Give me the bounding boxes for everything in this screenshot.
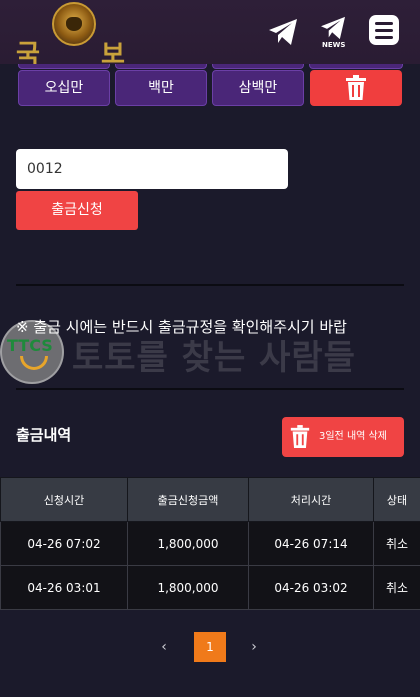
column-header-processed-time: 처리시간 [248,477,374,522]
telegram-icon[interactable] [268,18,298,46]
tiger-emblem-icon[interactable] [52,2,96,46]
amount-button-row-top-edge [115,64,207,69]
cell-request-time: 04-26 07:02 [0,521,128,566]
cell-status: 취소 [373,521,420,566]
column-header-status: 상태 [373,477,420,522]
column-header-amount: 출금신청금액 [127,477,249,522]
cell-processed-time: 04-26 07:14 [248,521,374,566]
amount-500k-button[interactable]: 오십만 [18,70,110,106]
delete-old-history-button[interactable]: 3일전 내역 삭제 [282,417,404,457]
watermark-badge-text: TTCS [7,336,53,355]
news-label: NEWS [322,41,346,49]
table-row: 04-26 07:02 1,800,000 04-26 07:14 취소 [0,521,420,566]
cell-request-time: 04-26 03:01 [0,565,128,610]
pagination-next-button[interactable]: › [238,632,270,662]
withdraw-history-table: 신청시간 출금신청금액 처리시간 상태 04-26 07:02 1,800,00… [0,477,420,610]
divider [16,284,404,286]
clear-amount-button[interactable] [310,70,402,106]
watermark-text: 토토를 찾는 사람들 [72,338,356,378]
amount-button-row-top-edge [18,64,110,69]
withdraw-amount-input[interactable] [16,149,288,189]
amount-3m-button[interactable]: 삼백만 [212,70,304,106]
pagination-page-1[interactable]: 1 [194,632,226,662]
telegram-news-icon[interactable] [319,16,347,40]
trash-icon [290,425,310,448]
amount-button-row-top-edge [309,64,403,69]
cell-processed-time: 04-26 03:02 [248,565,374,610]
divider [16,388,404,390]
trash-icon [346,75,366,100]
app-header: 국 보 NEWS [0,0,420,70]
menu-icon[interactable] [369,15,399,45]
withdraw-history-title: 출금내역 [16,426,72,444]
table-row: 04-26 03:01 1,800,000 04-26 03:02 취소 [0,565,420,610]
amount-button-row-top-edge [212,64,304,69]
column-header-request-time: 신청시간 [0,477,128,522]
withdraw-request-button[interactable]: 출금신청 [16,191,138,230]
smile-icon [20,356,48,370]
cell-amount: 1,800,000 [127,565,249,610]
delete-old-history-label: 3일전 내역 삭제 [319,431,387,442]
pagination-prev-button[interactable]: ‹ [148,632,180,662]
amount-1m-button[interactable]: 백만 [115,70,207,106]
table-header-row: 신청시간 출금신청금액 처리시간 상태 [0,477,420,522]
cell-status: 취소 [373,565,420,610]
cell-amount: 1,800,000 [127,521,249,566]
